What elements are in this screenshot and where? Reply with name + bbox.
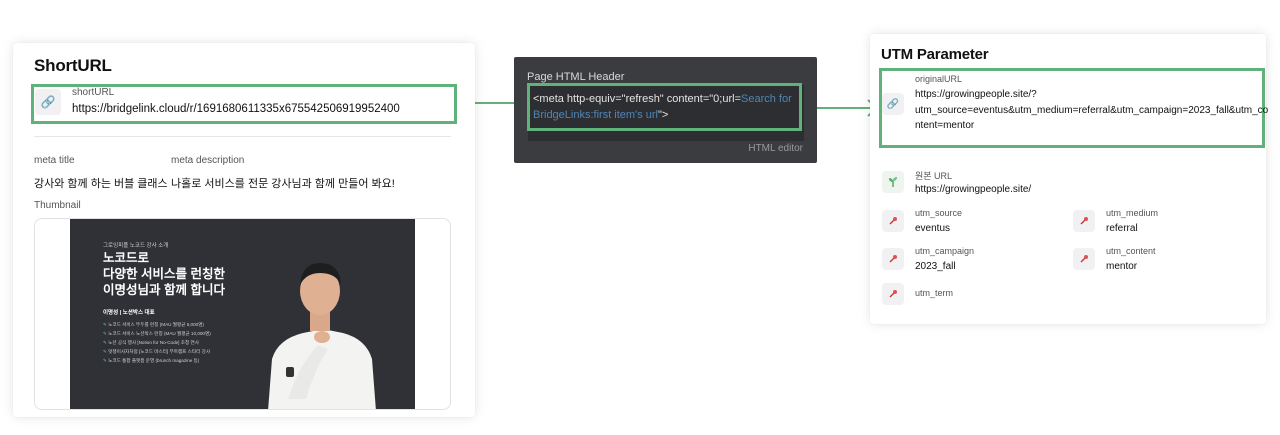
editor-code[interactable]: <meta http-equiv="refresh" content="0;ur… bbox=[533, 91, 803, 123]
utm-medium-value: referral bbox=[1106, 223, 1138, 234]
utm-content-value: mentor bbox=[1106, 261, 1138, 272]
code-plain: <meta http-equiv="refresh" content="0;ur… bbox=[533, 93, 742, 105]
utm-card-title: UTM Parameter bbox=[881, 46, 989, 63]
thumbnail-label: Thumbnail bbox=[34, 200, 81, 211]
link-icon: 🔗 bbox=[882, 93, 904, 115]
thumbnail-frame: 그로잉피플 노코드 강사 소개 노코드로 다양한 서비스를 런칭한 이명성님과 … bbox=[34, 218, 451, 410]
thumbnail-bullet: 노션 공식 행사 [Notion for No-Code] 초청 연사 bbox=[103, 340, 199, 346]
meta-description-value: 나홀로 서비스를 전문 강사님과 함께 만들어 봐요! bbox=[171, 178, 395, 190]
presenter-photo bbox=[268, 263, 376, 409]
thumbnail-bullet: 노코드 통합 플랫폼 운영 (brunch magazine 등) bbox=[103, 358, 199, 364]
utm-campaign-value: 2023_fall bbox=[915, 261, 956, 272]
editor-footer: HTML editor bbox=[748, 143, 803, 154]
pin-icon bbox=[882, 283, 904, 305]
thumbnail-bullet: 멋쟁이사자처럼 [노코드 마스터] 부트캠프 스타터 강사 bbox=[103, 349, 210, 355]
shorturl-card-title: ShortURL bbox=[34, 56, 112, 75]
thumbnail-headline-1: 노코드로 bbox=[103, 251, 150, 265]
utm-source-label: utm_source bbox=[915, 208, 963, 218]
original-url-label: originalURL bbox=[915, 74, 963, 84]
thumbnail-headline-2: 다양한 서비스를 런칭한 bbox=[103, 267, 225, 281]
utm-campaign-label: utm_campaign bbox=[915, 246, 975, 256]
link-icon: 🔗 bbox=[35, 89, 61, 115]
pin-icon bbox=[882, 248, 904, 270]
utm-term-label: utm_term bbox=[915, 288, 954, 298]
utm-card: UTM Parameter 🔗 originalURL https://grow… bbox=[870, 34, 1268, 324]
thumbnail-image: 그로잉피플 노코드 강사 소개 노코드로 다양한 서비스를 런칭한 이명성님과 … bbox=[70, 219, 415, 409]
editor-title: Page HTML Header bbox=[527, 71, 625, 83]
utm-source-value: eventus bbox=[915, 223, 951, 234]
utm-medium-label: utm_medium bbox=[1106, 208, 1159, 218]
original-url-line[interactable]: utm_source=eventus&utm_medium=referral&u… bbox=[915, 105, 1268, 116]
code-end: "> bbox=[657, 109, 669, 121]
meta-description-label: meta description bbox=[171, 155, 245, 166]
original-url-line[interactable]: ntent=mentor bbox=[915, 120, 974, 131]
pin-icon bbox=[1073, 210, 1095, 232]
origin-url-label: 원본 URL bbox=[915, 171, 953, 181]
pin-icon bbox=[882, 210, 904, 232]
sprout-icon bbox=[882, 171, 904, 193]
thumbnail-bullet: 노코드 서비스 뚜두를 런칭 (MAU 월평균 5,000명) bbox=[103, 322, 204, 328]
shorturl-card: ShortURL 🔗 shortURL https://bridgelink.c… bbox=[13, 43, 475, 417]
thumbnail-eyebrow: 그로잉피플 노코드 강사 소개 bbox=[103, 243, 169, 249]
thumbnail-presenter: 이명성 | 노션박스 대표 bbox=[103, 310, 155, 316]
meta-title-value: 강사와 함께 하는 버블 클래스 bbox=[34, 178, 168, 190]
origin-url-value[interactable]: https://growingpeople.site/ bbox=[915, 184, 1031, 195]
meta-title-label: meta title bbox=[34, 155, 75, 166]
utm-content-label: utm_content bbox=[1106, 246, 1156, 256]
thumbnail-bullet: 노코드 서비스 노션박스 런칭 (MAU 월평균 10,000명) bbox=[103, 331, 211, 337]
original-url-line[interactable]: https://growingpeople.site/? bbox=[915, 89, 1037, 100]
html-header-editor: Page HTML Header <meta http-equiv="refre… bbox=[514, 57, 817, 163]
shorturl-label: shortURL bbox=[72, 87, 115, 98]
thumbnail-headline-3: 이명성님과 함께 합니다 bbox=[103, 283, 225, 297]
shorturl-value[interactable]: https://bridgelink.cloud/r/1691680611335… bbox=[72, 103, 400, 115]
pin-icon bbox=[1073, 248, 1095, 270]
divider bbox=[34, 136, 451, 137]
